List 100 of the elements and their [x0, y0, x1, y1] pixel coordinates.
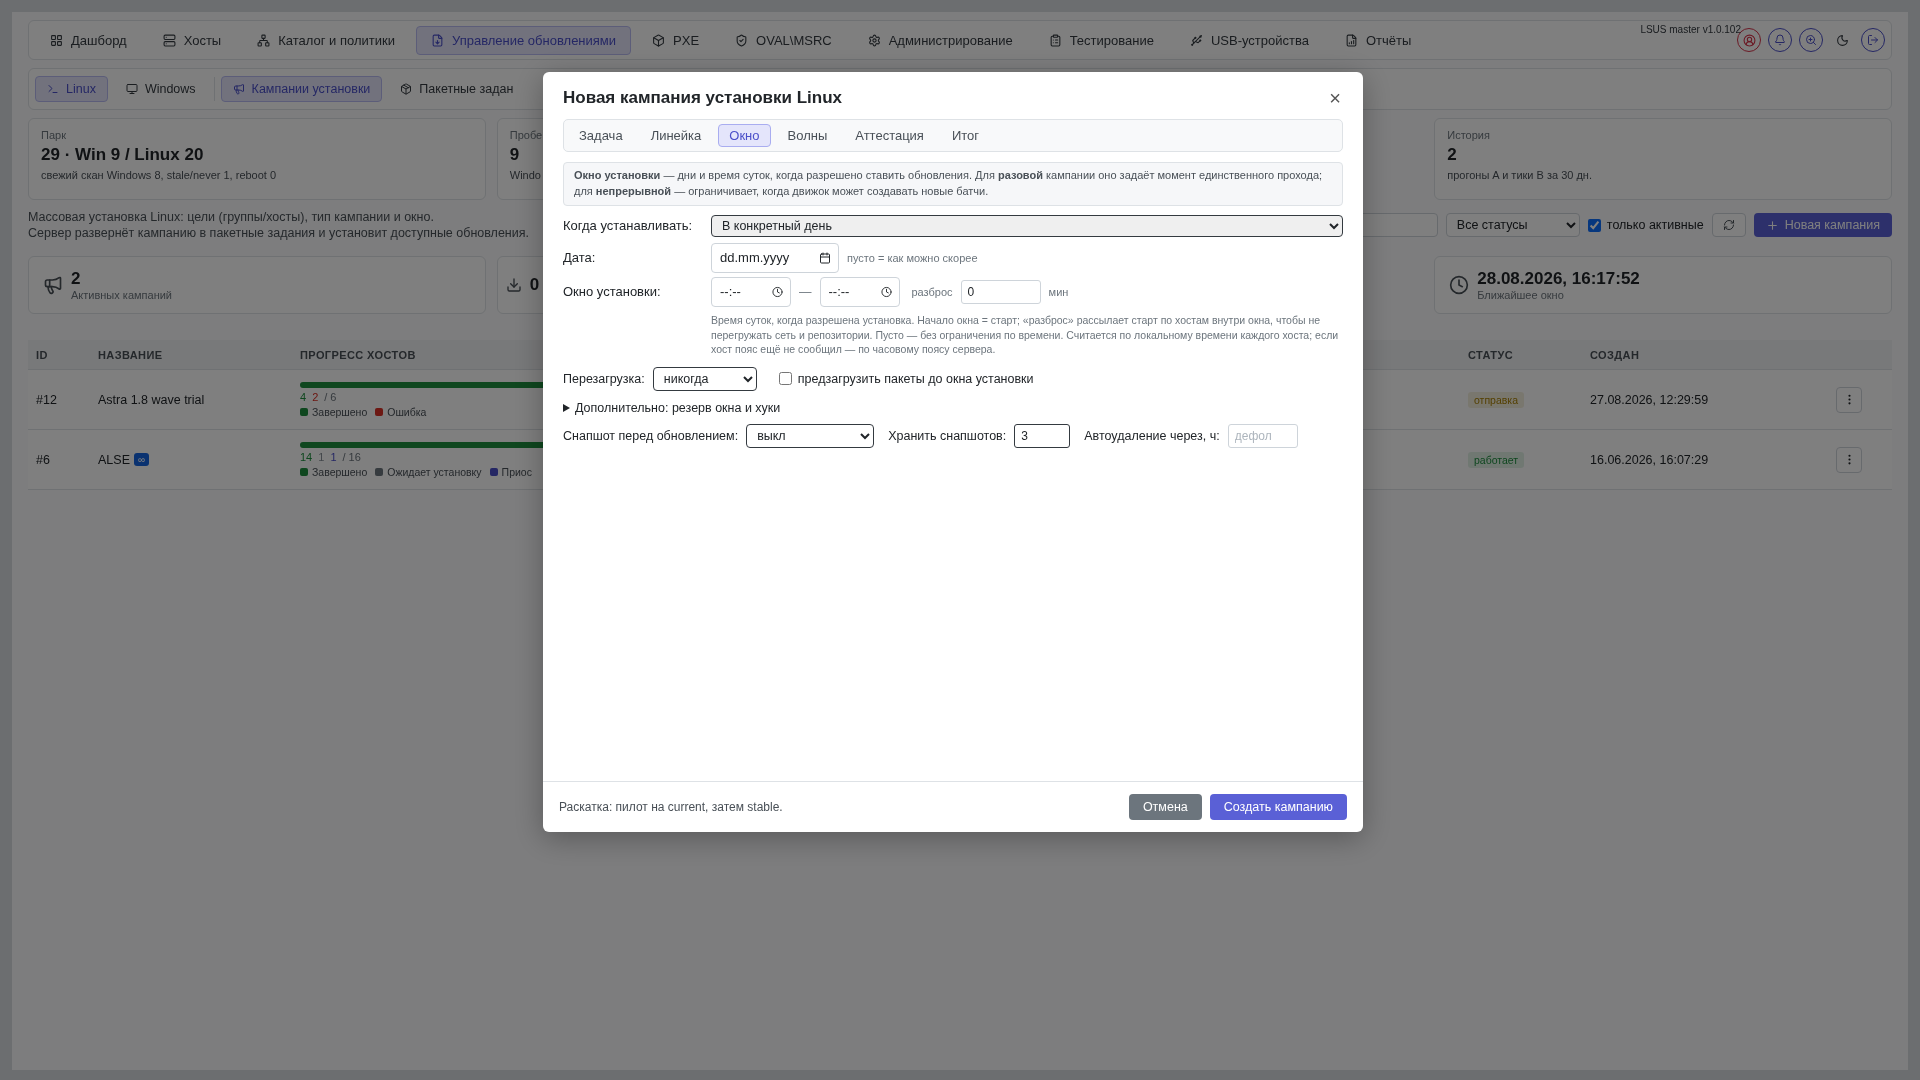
- dialog-title: Новая кампания установки Linux: [563, 88, 842, 108]
- footer-note: Раскатка: пилот на current, затем stable.: [559, 800, 783, 814]
- kpi-value: 2: [71, 269, 81, 289]
- infinite-badge: ∞: [133, 453, 150, 466]
- section-tab[interactable]: Пакетные задан: [388, 76, 526, 102]
- date-field[interactable]: dd.mm.yyyy: [711, 242, 839, 273]
- os-tab[interactable]: Windows: [113, 76, 208, 102]
- column-header: ID: [35, 348, 48, 361]
- legend-label: Ошибка: [387, 405, 427, 418]
- stat-value: 9: [509, 145, 520, 165]
- nav-tab[interactable]: Тестирование: [1033, 25, 1169, 55]
- nav-tab[interactable]: Администрирование: [852, 25, 1028, 55]
- box-icon: [652, 33, 666, 47]
- section-tab[interactable]: Кампании установки: [220, 76, 383, 102]
- stat-title: История: [1447, 129, 1490, 141]
- calendar-icon: [819, 251, 831, 264]
- clock-icon: [1449, 275, 1470, 295]
- file-download-icon: [430, 33, 444, 47]
- nav-tab[interactable]: Дашборд: [35, 25, 142, 55]
- shield-icon: [735, 33, 749, 47]
- snapshot-select[interactable]: выкл: [746, 423, 875, 448]
- close-button[interactable]: ×: [1327, 88, 1343, 108]
- terminal-icon: [47, 83, 59, 95]
- keep-input[interactable]: 3: [1014, 423, 1071, 448]
- monitor-icon: [125, 83, 138, 95]
- checkbox-label: предзагрузить пакеты до окна установки: [797, 371, 1034, 386]
- column-header: ПРОГРЕСС ХОСТОВ: [299, 348, 416, 361]
- range-dash: —: [799, 284, 812, 299]
- time-to-field[interactable]: --:--: [819, 276, 900, 307]
- when-select[interactable]: В конкретный день: [711, 214, 1343, 237]
- dialog-tab[interactable]: Итог: [940, 124, 991, 147]
- legend-label: Приос: [501, 465, 532, 478]
- count-value: 1: [318, 450, 325, 463]
- count-value: 14: [300, 450, 313, 463]
- name-cell: Astra 1.8 wave trial: [98, 392, 205, 407]
- nav-tab[interactable]: Управление обновлениями: [415, 25, 632, 55]
- clock-icon: [772, 286, 783, 298]
- field-label: Когда устанавливать:: [563, 218, 694, 234]
- reboot-label: Перезагрузка:: [563, 371, 645, 386]
- refresh-icon: [1722, 219, 1735, 231]
- advanced-toggle[interactable]: Дополнительно: резерв окна и хуки: [563, 400, 781, 415]
- stat-note: свежий скан Windows 8, stale/never 1, reboot 0: [41, 169, 277, 181]
- autodelete-input[interactable]: дефол: [1227, 423, 1298, 448]
- dialog-tab[interactable]: Линейка: [639, 124, 713, 147]
- help-text: Время суток, когда разрешена установка. Начало окна = старт; «разброс» рассылает старт по хостам внутри окна, чтобы не перегружать сеть и репозитории. Пусто — без ограничения по времени. Считается по локальному времени каждого хоста; если хост пояс ещё не сообщил — по часовому поясу сервера.: [711, 312, 1340, 357]
- snapshot-label: Снапшот перед обновлением:: [563, 428, 739, 443]
- spread-input[interactable]: 0: [960, 279, 1041, 304]
- create-button[interactable]: Создать кампанию: [1209, 794, 1347, 820]
- dialog-tab[interactable]: Волны: [776, 124, 839, 147]
- nav-tab[interactable]: Отчёты: [1329, 25, 1427, 55]
- kpi-label: Активных кампаний: [71, 289, 172, 301]
- legend-label: Ожидает установку: [387, 465, 482, 478]
- field-label: Окно установки:: [563, 284, 662, 300]
- preload-checkbox[interactable]: [778, 372, 792, 386]
- new-campaign-button[interactable]: Новая кампания: [1753, 213, 1892, 237]
- created-cell: 16.06.2026, 16:07:29: [1590, 452, 1709, 467]
- os-tab[interactable]: Linux: [35, 76, 108, 102]
- kpi-label: Ближайшее окно: [1477, 289, 1564, 301]
- info-text: Окно установки — дни и время суток, когда разрешено ставить обновления. Для разовой кампании оно задаёт момент единственного прохода; для непрерывной — ограничивает, когда движок может создавать новые батчи.: [563, 162, 1343, 206]
- megaphone-icon: [232, 83, 245, 95]
- legend-label: Завершено: [312, 465, 368, 478]
- stat-value: 2: [1447, 145, 1457, 165]
- stat-value: 29 · Win 9 / Linux 20: [41, 145, 204, 165]
- stat-title: Пробе: [509, 129, 543, 141]
- nav-tab[interactable]: USB-устройства: [1174, 25, 1324, 55]
- status-select[interactable]: Все статусы: [1445, 213, 1580, 237]
- network-icon: [257, 33, 271, 47]
- reboot-select[interactable]: никогда: [652, 366, 757, 391]
- chart-file-icon: [1344, 33, 1358, 47]
- count-value: 2: [312, 390, 319, 403]
- description-text: Массовая установка Linux: цели (группы/хосты), тип кампании и окно.: [28, 210, 434, 224]
- time-from-field[interactable]: --:--: [711, 276, 791, 307]
- nav-tab[interactable]: Каталог и политики: [242, 25, 410, 55]
- id-cell: #6: [36, 452, 50, 467]
- autodelete-label: Автоудаление через, ч:: [1084, 428, 1220, 443]
- version-label: LSUS master v1.0.102: [1640, 24, 1741, 35]
- clock-icon: [880, 286, 892, 298]
- nav-tab[interactable]: Хосты: [147, 25, 237, 55]
- count-value: 1: [330, 450, 337, 463]
- kpi-value: 0: [529, 275, 540, 295]
- checkbox-label: только активные: [1606, 218, 1704, 232]
- kpi-value: 28.08.2026, 16:17:52: [1477, 269, 1640, 289]
- grid-icon: [50, 33, 63, 47]
- only-active-checkbox[interactable]: [1587, 218, 1601, 232]
- column-header: СОЗДАН: [1589, 348, 1640, 361]
- unit-label: мин: [1048, 285, 1069, 298]
- column-header: СТАТУС: [1467, 348, 1513, 361]
- spread-label: разброс: [911, 285, 953, 298]
- total-count: / 6: [324, 390, 337, 403]
- nav-tab[interactable]: PXE: [637, 25, 715, 55]
- id-cell: #12: [36, 392, 57, 407]
- nav-tab[interactable]: OVAL\MSRC: [720, 25, 847, 55]
- dialog-tab[interactable]: Окно: [718, 124, 771, 147]
- plus-icon: [1765, 218, 1779, 232]
- cancel-button[interactable]: Отмена: [1128, 794, 1202, 820]
- date-hint: пусто = как можно скорее: [847, 251, 978, 264]
- refresh-button[interactable]: [1711, 213, 1746, 237]
- dialog-tab[interactable]: Аттестация: [844, 124, 935, 147]
- legend-label: Завершено: [312, 405, 368, 418]
- dialog-tab[interactable]: Задача: [568, 124, 634, 147]
